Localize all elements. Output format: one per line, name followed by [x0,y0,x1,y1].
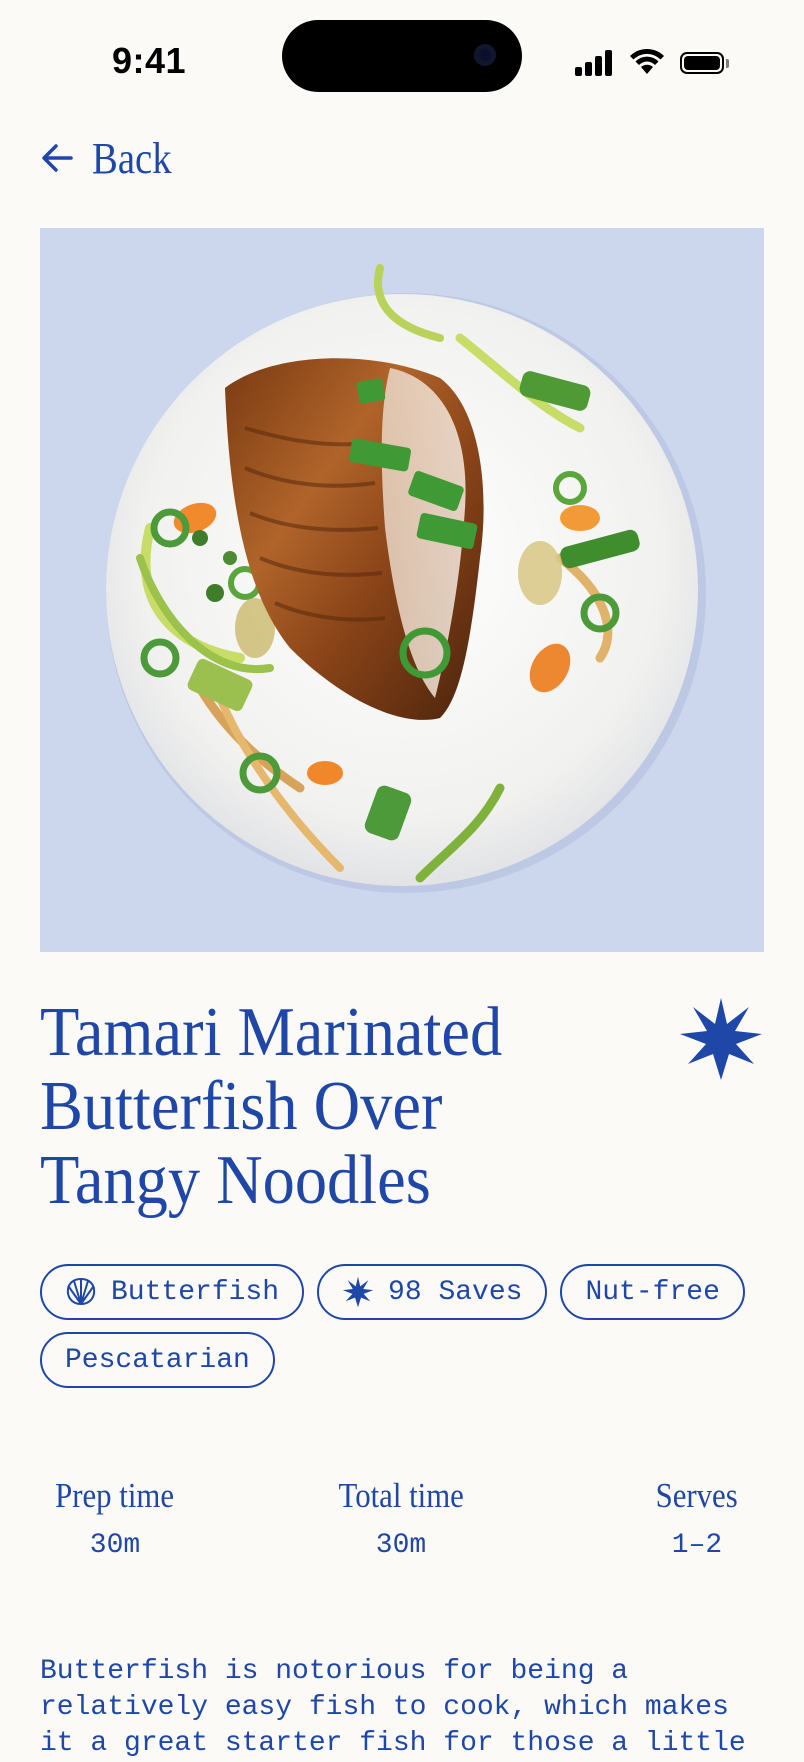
tag-label: Nut-free [585,1276,720,1308]
status-icons [575,46,735,80]
stat-label: Serves [655,1476,739,1515]
shell-icon [66,1278,96,1305]
save-star-icon[interactable] [678,996,764,1082]
recipe-title: Tamari Marinated Butterfish Over Tangy N… [40,994,503,1219]
dynamic-island [282,20,522,92]
stat-value: 1–2 [671,1530,723,1561]
stat-label: Prep time [55,1476,175,1515]
stat-value: 30m [375,1530,427,1561]
recipe-tags: Butterfish 98 Saves Nut-free Pescatarian [40,1264,764,1388]
stat-total-time: Total time 30m [316,1476,486,1561]
battery-icon [680,52,730,76]
recipe-title-row: Tamari Marinated Butterfish Over Tangy N… [40,996,764,1218]
stat-serves: Serves 1–2 [630,1476,764,1561]
back-button[interactable]: Back [40,128,182,188]
tag-label: Butterfish [111,1276,280,1308]
star-icon [342,1276,374,1308]
butterfish-plate-illustration [106,264,706,893]
status-time: 9:41 [112,40,187,81]
recipe-description: Butterfish is notorious for being a rela… [40,1656,746,1759]
stat-label: Total time [338,1476,464,1515]
back-label: Back [92,133,172,183]
tag-label: 98 Saves [388,1276,523,1308]
recipe-photo [40,228,764,952]
recipe-stats: Prep time 30m Total time 30m Serves 1–2 [40,1476,764,1576]
arrow-left-icon [42,144,73,172]
tag-nut-free[interactable]: Nut-free [560,1264,745,1320]
tag-saves[interactable]: 98 Saves [317,1264,548,1320]
tag-pescatarian[interactable]: Pescatarian [40,1332,275,1388]
status-bar: 9:41 [0,0,804,120]
wifi-icon [630,48,664,74]
stat-value: 30m [89,1530,141,1561]
tag-label: Pescatarian [65,1344,250,1376]
stat-prep-time: Prep time 30m [40,1476,190,1561]
cellular-signal-icon [575,50,615,76]
tag-butterfish[interactable]: Butterfish [40,1264,305,1320]
